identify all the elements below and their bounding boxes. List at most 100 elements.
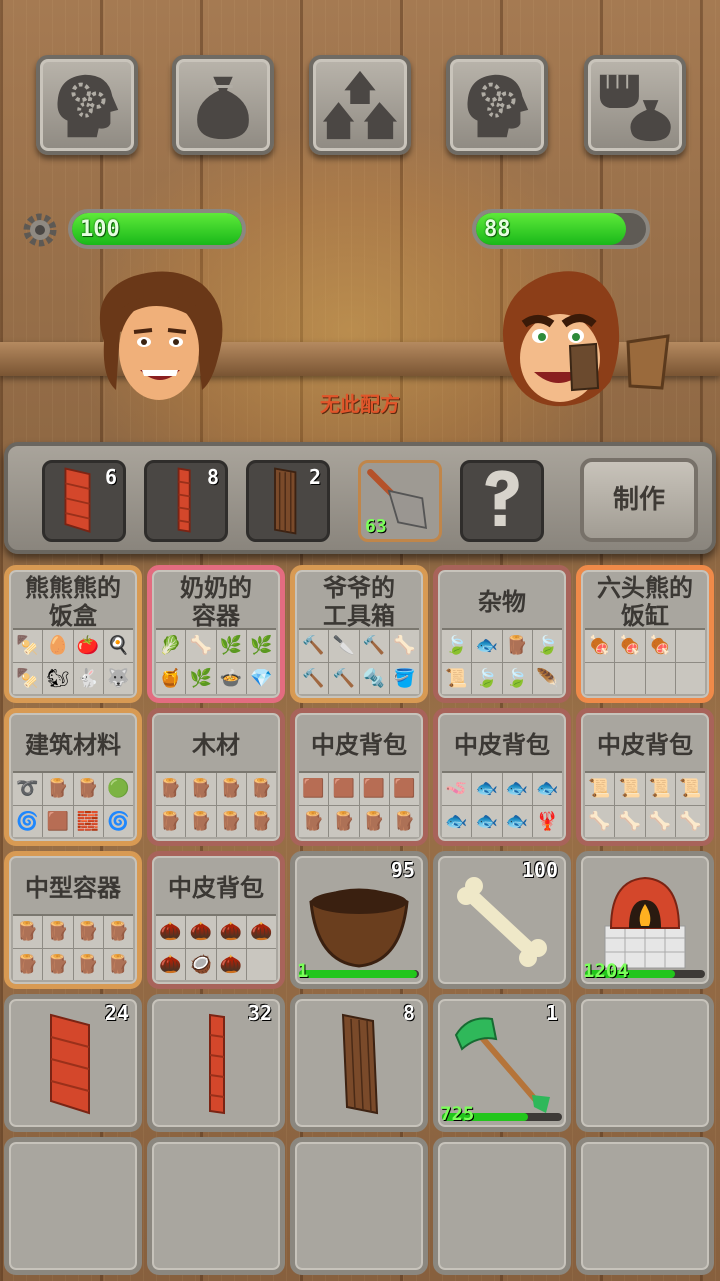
mini-item-icon: 🐟 [532,773,562,805]
mini-item-icon: 🟫 [329,773,359,805]
mini-item-icon [675,662,705,694]
container-leather-backpack-1[interactable]: 中皮背包 🟫 🟫 🟫 🟫 🪵 🪵 🪵 🪵 [290,708,428,846]
mini-item-icon: 🪵 [502,630,532,662]
container-six-bear-pot[interactable]: 六头熊的 饭缸 🍖 🍖 🍖 [576,565,714,703]
item-bone[interactable]: 100 [433,851,571,989]
item-durability: 725 [440,1103,475,1125]
mini-item-icon: 🪵 [156,805,186,837]
container-title: 六头熊的 饭缸 [597,574,693,630]
container-leather-backpack-2[interactable]: 中皮背包 🪱 🐟 🐟 🐟 🐟 🐟 🐟 🦞 [433,708,571,846]
mini-item-icon: 🥚 [43,630,73,662]
container-preview: 🟫 🟫 🟫 🟫 🪵 🪵 🪵 🪵 [299,771,419,837]
mini-item-icon: 🪵 [156,773,186,805]
mini-item-icon: 📜 [615,773,645,805]
craft-slot-3[interactable]: 2 [246,460,330,542]
mini-item-icon: 🦴 [186,630,216,662]
village-button[interactable] [309,55,411,155]
mini-item-icon: 🪵 [43,916,73,948]
empty-slot[interactable] [576,1137,714,1275]
opponent-health-bar: 88 [472,209,650,249]
container-misc[interactable]: 杂物 🍃 🐟 🪵 🍃 📜 🍃 🍃 🪶 [433,565,571,703]
craft-slot-2[interactable]: 8 [144,460,228,542]
skills-button[interactable] [36,55,138,155]
empty-slot[interactable] [576,994,714,1132]
settings-gear-icon[interactable] [20,210,60,250]
container-grandpa-toolbox[interactable]: 爷爷的 工具箱 🔨 🔪 🔨 🦴 🔨 🔨 🔩 🪣 [290,565,428,703]
player-health-value: 100 [80,217,120,242]
craft-slot-1[interactable]: 6 [42,460,126,542]
container-preview: 🍖 🍖 🍖 [585,628,705,694]
mini-item-icon: 🧱 [73,805,103,837]
container-preview: 🔨 🔪 🔨 🦴 🔨 🔨 🔩 🪣 [299,628,419,694]
trade-button[interactable] [584,55,686,155]
mini-item-icon: 🐟 [502,805,532,837]
item-quantity: 8 [402,1001,415,1025]
mini-item-icon: 🦴 [615,805,645,837]
item-red-brick-pillar[interactable]: 32 [147,994,285,1132]
mini-item-icon: 🦞 [532,805,562,837]
item-jade-axe[interactable]: 1 725 [433,994,571,1132]
container-medium[interactable]: 中型容器 🪵 🪵 🪵 🪵 🪵 🪵 🪵 🪵 [4,851,142,989]
empty-slot[interactable] [433,1137,571,1275]
mini-item-icon: 🪶 [532,662,562,694]
inventory-sack-icon [197,76,249,140]
item-wooden-door[interactable]: 8 [290,994,428,1132]
mini-item-icon: 🌰 [156,916,186,948]
container-title: 中型容器 [25,874,121,902]
mini-item-icon: 🔨 [329,662,359,694]
container-leather-backpack-3[interactable]: 中皮背包 📜 📜 📜 📜 🦴 🦴 🦴 🦴 [576,708,714,846]
mini-item-icon: 🐇 [73,662,103,694]
mini-item-icon: 🍃 [442,630,472,662]
container-bear-lunchbox[interactable]: 熊熊熊的 饭盒 🍢 🥚 🍅 🍳 🍢 🐿 🐇 🐺 [4,565,142,703]
empty-slot[interactable] [147,1137,285,1275]
mini-item-icon: 🌿 [246,630,276,662]
mini-item-icon: 🪵 [186,773,216,805]
item-quantity: 24 [104,1001,129,1025]
tech-button[interactable] [446,55,548,155]
mini-item-icon: 🥬 [156,630,186,662]
recipe-status-text: 无此配方 [320,392,400,416]
make-button[interactable]: 制作 [580,458,698,542]
container-title: 中皮背包 [311,731,407,759]
mini-item-icon: 🪵 [216,805,246,837]
item-durability: 1 [297,960,309,982]
container-leather-backpack-4[interactable]: 中皮背包 🌰 🌰 🌰 🌰 🌰 🥥 🌰 [147,851,285,989]
mini-item-icon: 🍅 [73,630,103,662]
mini-item-icon: 🐟 [442,805,472,837]
mini-item-icon: 🌰 [186,916,216,948]
mini-item-icon: 🍃 [502,662,532,694]
container-preview: ➰ 🪵 🪵 🟢 🌀 🟫 🧱 🌀 [13,771,133,837]
mini-item-icon: 📜 [585,773,615,805]
durability-bar [299,970,419,978]
item-quantity: 1 [545,1001,558,1025]
container-title: 奶奶的 容器 [180,574,252,630]
mini-item-icon: 📜 [442,662,472,694]
container-preview: 🪵 🪵 🪵 🪵 🪵 🪵 🪵 🪵 [156,771,276,837]
mini-item-icon: 🐺 [103,662,133,694]
mini-item-icon: 🦴 [645,805,675,837]
container-wood[interactable]: 木材 🪵 🪵 🪵 🪵 🪵 🪵 🪵 🪵 [147,708,285,846]
item-coconut-bowl[interactable]: 95 1 [290,851,428,989]
container-grandma[interactable]: 奶奶的 容器 🥬 🦴 🌿 🌿 🍯 🌿 🍲 💎 [147,565,285,703]
item-red-brick-panel[interactable]: 24 [4,994,142,1132]
mini-item-icon: 🪵 [246,805,276,837]
container-building-materials[interactable]: 建筑材料 ➰ 🪵 🪵 🟢 🌀 🟫 🧱 🌀 [4,708,142,846]
mini-item-icon: 🐟 [472,805,502,837]
craft-slot-4-durability: 63 [365,516,387,537]
mini-item-icon: 🪵 [359,805,389,837]
mini-item-icon: 🦴 [585,805,615,837]
container-title: 中皮背包 [597,731,693,759]
mini-item-icon: 🪵 [73,773,103,805]
empty-slot[interactable] [4,1137,142,1275]
inventory-button[interactable] [172,55,274,155]
craft-slot-5[interactable] [460,460,544,542]
mini-item-icon [246,948,276,980]
mini-item-icon: 🔩 [359,662,389,694]
container-preview: 📜 📜 📜 📜 🦴 🦴 🦴 🦴 [585,771,705,837]
craft-slot-4[interactable]: 63 [358,460,442,542]
mini-item-icon [615,662,645,694]
mini-item-icon: 🟢 [103,773,133,805]
item-brick-oven[interactable]: 1204 [576,851,714,989]
empty-slot[interactable] [290,1137,428,1275]
tech-head-gears-icon [467,74,529,138]
